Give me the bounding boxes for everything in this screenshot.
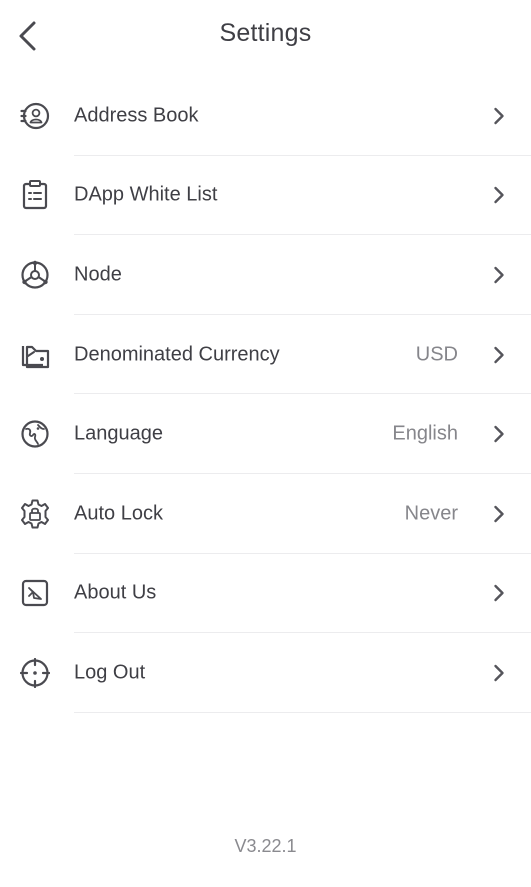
settings-item-value: USD <box>415 343 458 366</box>
chevron-right-icon <box>491 106 507 126</box>
settings-item-label: Language <box>74 422 163 445</box>
settings-item-auto-lock[interactable]: Auto Lock Never <box>0 474 531 554</box>
settings-item-denominated-currency[interactable]: Denominated Currency USD <box>0 315 531 395</box>
settings-item-label: Auto Lock <box>74 502 163 525</box>
chevron-right-icon <box>491 345 507 365</box>
divider <box>74 711 531 713</box>
settings-item-label: Log Out <box>74 661 146 684</box>
settings-item-node[interactable]: Node <box>0 235 531 315</box>
settings-item-label: Denominated Currency <box>74 343 280 366</box>
app-version: V3.22.1 <box>234 836 297 856</box>
settings-item-label: Node <box>74 263 122 286</box>
settings-item-label: About Us <box>74 581 157 604</box>
settings-item-dapp-white-list[interactable]: DApp White List <box>0 156 531 236</box>
settings-list: Address Book DApp White List Node Denomi… <box>0 76 531 713</box>
address-book-icon <box>18 99 52 133</box>
settings-item-value: Never <box>404 502 458 525</box>
settings-item-address-book[interactable]: Address Book <box>0 76 531 156</box>
globe-icon <box>18 417 52 451</box>
settings-item-label: DApp White List <box>74 183 218 206</box>
gear-lock-icon <box>18 497 52 531</box>
chevron-right-icon <box>491 583 507 603</box>
settings-item-value: English <box>392 422 458 445</box>
chevron-right-icon <box>491 185 507 205</box>
chevron-right-icon <box>491 504 507 524</box>
settings-item-language[interactable]: Language English <box>0 394 531 474</box>
settings-item-log-out[interactable]: Log Out <box>0 633 531 713</box>
page-title: Settings <box>219 19 312 47</box>
settings-page: Settings Address Book DApp White List No… <box>0 0 531 887</box>
crosshair-icon <box>18 656 52 690</box>
chevron-right-icon <box>491 265 507 285</box>
settings-item-label: Address Book <box>74 104 199 127</box>
node-icon <box>18 258 52 292</box>
clipboard-list-icon <box>18 178 52 212</box>
chevron-right-icon <box>491 663 507 683</box>
wallet-icon <box>18 338 52 372</box>
chevron-right-icon <box>491 424 507 444</box>
header: Settings <box>0 0 531 72</box>
settings-item-about-us[interactable]: About Us <box>0 554 531 634</box>
paper-plane-icon <box>18 576 52 610</box>
